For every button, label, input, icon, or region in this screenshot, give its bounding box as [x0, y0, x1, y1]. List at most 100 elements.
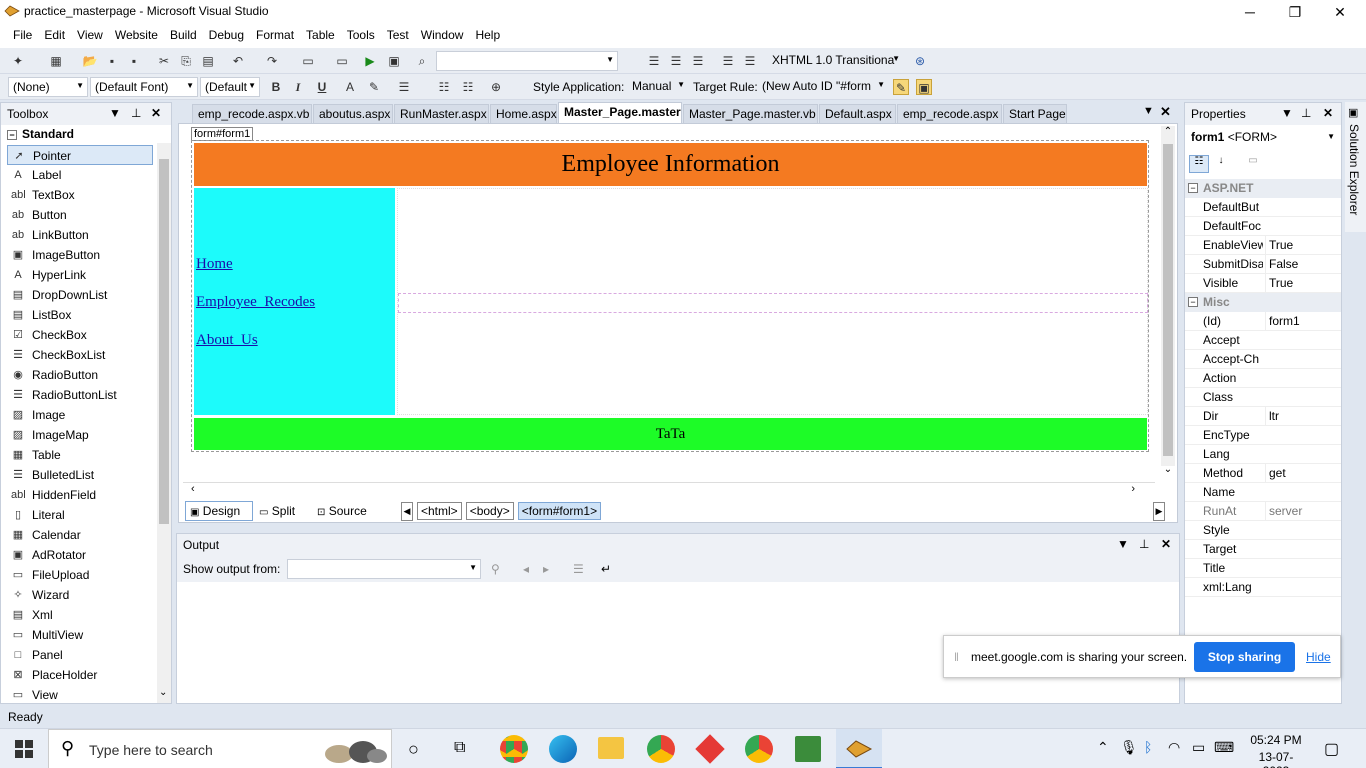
property-row[interactable]: Lang: [1185, 445, 1341, 464]
close-button[interactable]: ✕: [1320, 2, 1360, 22]
find-icon[interactable]: ⌕: [414, 53, 430, 69]
spreadsheet-icon[interactable]: [795, 736, 821, 762]
page-header[interactable]: Employee Information: [194, 143, 1147, 186]
property-category[interactable]: Misc: [1185, 293, 1341, 312]
tab-default-aspx[interactable]: Default.aspx: [819, 104, 896, 123]
menu-view[interactable]: View: [71, 24, 109, 42]
toolbox-item-hiddenfield[interactable]: abl HiddenField: [7, 485, 153, 505]
breadcrumb-tag[interactable]: <html>: [417, 502, 462, 520]
property-row[interactable]: xml:Lang: [1185, 578, 1341, 597]
scroll-down-icon[interactable]: ⌄: [159, 687, 167, 698]
toolbox-item-imagemap[interactable]: ▨ ImageMap: [7, 425, 153, 445]
toolbox-item-radiobuttonlist[interactable]: ☰ RadioButtonList: [7, 385, 153, 405]
property-row[interactable]: Title: [1185, 559, 1341, 578]
scroll-right-icon[interactable]: ›: [1131, 483, 1135, 495]
close-icon[interactable]: ✕: [151, 106, 161, 120]
toolbox-item-textbox[interactable]: abl TextBox: [7, 185, 153, 205]
toolbox-item-view[interactable]: ▭ View: [7, 685, 153, 705]
nav-link-employee-recodes[interactable]: Employee Recodes: [196, 294, 315, 311]
property-row[interactable]: Dir ltr: [1185, 407, 1341, 426]
menu-table[interactable]: Table: [300, 24, 341, 42]
align-icon[interactable]: ☰: [396, 79, 412, 95]
save-all-icon[interactable]: ▪: [126, 53, 142, 69]
pin-icon[interactable]: ⊥: [1301, 106, 1311, 120]
notifications-icon[interactable]: ▢: [1324, 739, 1339, 759]
property-value[interactable]: False: [1265, 255, 1341, 274]
cortana-icon[interactable]: ○: [408, 739, 419, 760]
hyperlink-icon[interactable]: ⊕: [488, 79, 504, 95]
scroll-down-icon[interactable]: ⌄: [1161, 464, 1175, 475]
property-row[interactable]: Target: [1185, 540, 1341, 559]
battery-icon[interactable]: ▭: [1192, 739, 1205, 756]
find-combo[interactable]: ▼: [436, 51, 618, 71]
tab-start-page[interactable]: Start Page: [1003, 104, 1067, 123]
toolbox-item-checkboxlist[interactable]: ☰ CheckBoxList: [7, 345, 153, 365]
start-debug-icon[interactable]: ▶: [362, 53, 378, 69]
property-row[interactable]: Accept-Ch: [1185, 350, 1341, 369]
content-placeholder[interactable]: [398, 293, 1148, 313]
toolbox-item-image[interactable]: ▨ Image: [7, 405, 153, 425]
tab-dropdown-icon[interactable]: ▼: [1143, 105, 1154, 117]
scroll-up-icon[interactable]: ⌃: [1161, 126, 1175, 137]
maximize-button[interactable]: ❐: [1275, 2, 1315, 22]
uncomment-icon[interactable]: ☰: [720, 53, 736, 69]
tab-emp-recode-aspx[interactable]: emp_recode.aspx: [897, 104, 1002, 123]
toolbox-item-table[interactable]: ▦ Table: [7, 445, 153, 465]
task-view-icon[interactable]: ⧉: [454, 739, 465, 757]
property-row[interactable]: Name: [1185, 483, 1341, 502]
find-message-icon[interactable]: ⚲: [491, 562, 500, 576]
next-message-icon[interactable]: ▸: [543, 562, 549, 576]
content-cell[interactable]: [397, 188, 1148, 415]
close-document-icon[interactable]: ✕: [1160, 104, 1171, 120]
attach-icon[interactable]: ▣: [386, 53, 402, 69]
menu-file[interactable]: File: [7, 24, 38, 42]
toolbox-item-literal[interactable]: ▯ Literal: [7, 505, 153, 525]
design-scrollbar-thumb[interactable]: [1163, 144, 1173, 456]
property-row[interactable]: EncType: [1185, 426, 1341, 445]
new-project-icon[interactable]: ✦: [10, 53, 26, 69]
property-value[interactable]: get: [1265, 464, 1341, 483]
highlight-icon[interactable]: ✎: [366, 79, 382, 95]
apply-style-icon[interactable]: ✎: [893, 79, 909, 95]
toolbox-item-button[interactable]: ab Button: [7, 205, 153, 225]
categorized-icon[interactable]: ☷: [1189, 155, 1209, 173]
dropdown-icon[interactable]: ▼: [109, 106, 121, 120]
toolbox-scrollbar[interactable]: ⌄: [157, 143, 171, 703]
target-rule-select[interactable]: (New Auto ID "#form ▼: [758, 77, 888, 97]
pin-icon[interactable]: ⊥: [1139, 537, 1149, 551]
design-vertical-scrollbar[interactable]: ⌃ ⌄: [1161, 126, 1175, 475]
property-row[interactable]: DefaultBut: [1185, 198, 1341, 217]
form-tag-label[interactable]: form#form1: [191, 127, 254, 141]
property-value[interactable]: ltr: [1265, 407, 1341, 426]
property-value[interactable]: True: [1265, 274, 1341, 293]
clock[interactable]: 05:24 PM 13-07-2023: [1248, 733, 1304, 768]
tab-aboutus-aspx[interactable]: aboutus.aspx: [313, 104, 393, 123]
cut-icon[interactable]: ✂: [156, 53, 172, 69]
toolbox-item-wizard[interactable]: ✧ Wizard: [7, 585, 153, 605]
bold-button[interactable]: B: [268, 79, 284, 95]
keyboard-icon[interactable]: ⌨: [1214, 739, 1234, 756]
tab-master-page-master[interactable]: Master_Page.master: [558, 102, 682, 123]
menu-test[interactable]: Test: [381, 24, 415, 42]
redo-icon[interactable]: ↷: [264, 53, 280, 69]
navigate-icon[interactable]: ▭: [300, 53, 316, 69]
indent-icon[interactable]: ☰: [646, 53, 662, 69]
close-icon[interactable]: ✕: [1161, 537, 1171, 551]
toolbox-item-calendar[interactable]: ▦ Calendar: [7, 525, 153, 545]
toolbox-item-dropdownlist[interactable]: ▤ DropDownList: [7, 285, 153, 305]
toolbox-item-listbox[interactable]: ▤ ListBox: [7, 305, 153, 325]
bulleted-list-icon[interactable]: ☷: [460, 79, 476, 95]
menu-tools[interactable]: Tools: [341, 24, 381, 42]
open-icon[interactable]: 📂: [82, 53, 98, 69]
microphone-icon[interactable]: 🎙: [1120, 739, 1138, 756]
wifi-icon[interactable]: ◠: [1168, 739, 1180, 756]
paste-icon[interactable]: ▤: [200, 53, 216, 69]
property-row[interactable]: Action: [1185, 369, 1341, 388]
clear-all-icon[interactable]: ☰: [573, 562, 584, 576]
drag-handle-icon[interactable]: ‖: [954, 650, 959, 664]
toolbox-item-xml[interactable]: ▤ Xml: [7, 605, 153, 625]
file-explorer-icon[interactable]: [598, 737, 624, 759]
save-icon[interactable]: ▪: [104, 53, 120, 69]
page-footer[interactable]: TaTa: [194, 418, 1147, 450]
menu-build[interactable]: Build: [164, 24, 203, 42]
